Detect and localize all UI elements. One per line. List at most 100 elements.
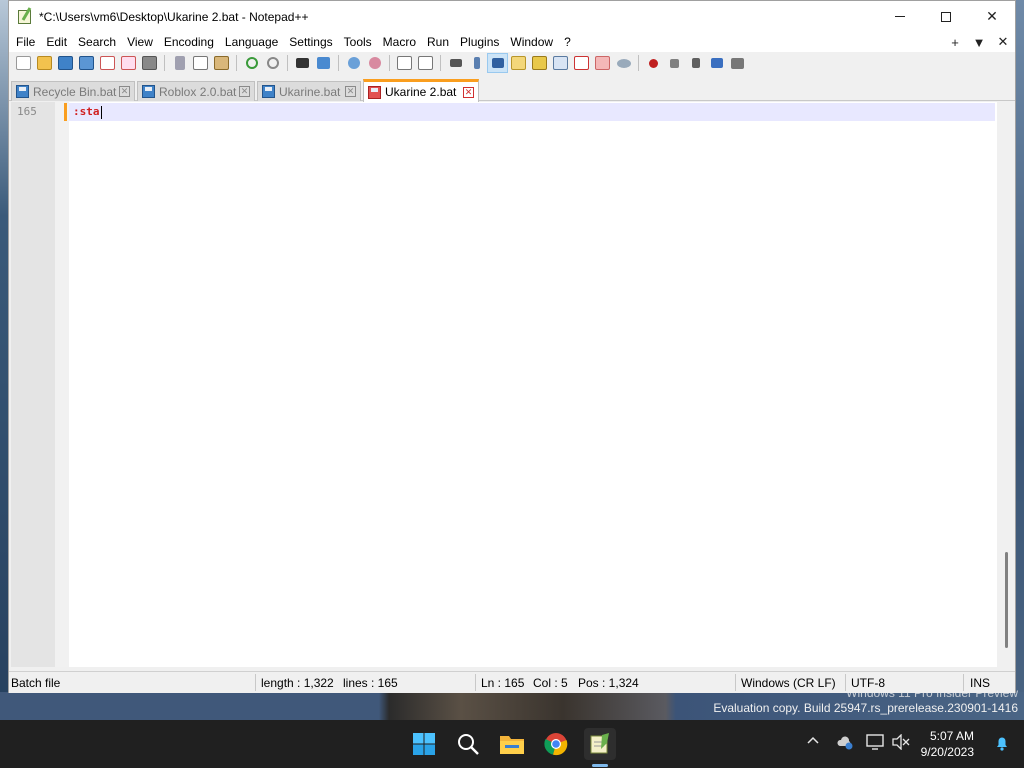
undo-button[interactable] <box>241 53 262 73</box>
menu-view[interactable]: View <box>122 35 158 49</box>
new-file-button[interactable] <box>13 53 34 73</box>
find-button[interactable] <box>292 53 313 73</box>
run-macro-multiple-button[interactable] <box>706 53 727 73</box>
vertical-scrollbar[interactable] <box>999 102 1015 667</box>
tab-roblox[interactable]: Roblox 2.0.bat ✕ <box>137 81 255 101</box>
search-button[interactable] <box>452 728 484 760</box>
file-explorer-button[interactable] <box>496 728 528 760</box>
save-all-button[interactable] <box>76 53 97 73</box>
close-document-icon[interactable]: ✕ <box>991 34 1015 50</box>
code-line[interactable]: :sta <box>73 105 102 119</box>
start-button[interactable] <box>408 728 440 760</box>
copy-button[interactable] <box>190 53 211 73</box>
volume-button[interactable] <box>892 733 910 753</box>
onedrive-button[interactable] <box>836 734 854 753</box>
active-app-indicator <box>592 764 608 767</box>
save-all-icon <box>79 56 94 70</box>
user-defined-language-button[interactable] <box>508 53 529 73</box>
playback-macro-button[interactable] <box>685 53 706 73</box>
monitoring-button[interactable] <box>613 53 634 73</box>
network-button[interactable] <box>866 734 884 753</box>
menu-tools[interactable]: Tools <box>339 35 377 49</box>
tab-close-icon[interactable]: ✕ <box>119 86 130 97</box>
chrome-icon <box>544 733 568 756</box>
save-button[interactable] <box>55 53 76 73</box>
status-insert-mode[interactable]: INS <box>970 676 990 690</box>
close-file-button[interactable] <box>97 53 118 73</box>
zoom-in-icon <box>347 57 360 69</box>
paste-button[interactable] <box>211 53 232 73</box>
clock-date: 9/20/2023 <box>920 745 974 759</box>
tab-close-icon[interactable]: ✕ <box>345 86 356 97</box>
menu-encoding[interactable]: Encoding <box>159 35 219 49</box>
tab-close-icon[interactable]: ✕ <box>463 86 474 98</box>
binoculars-icon <box>296 58 309 68</box>
status-eol[interactable]: Windows (CR LF) <box>741 676 836 690</box>
fold-margin[interactable] <box>55 102 69 667</box>
menu-file[interactable]: File <box>11 35 40 49</box>
tab-recycle-bin[interactable]: Recycle Bin.bat ✕ <box>11 81 135 101</box>
cut-button[interactable] <box>169 53 190 73</box>
notepad-plus-plus-icon <box>590 733 609 754</box>
menu-window[interactable]: Window <box>505 35 558 49</box>
status-encoding[interactable]: UTF-8 <box>851 676 885 690</box>
menu-plugins[interactable]: Plugins <box>455 35 504 49</box>
new-file-icon <box>16 56 31 70</box>
show-all-characters-button[interactable] <box>466 53 487 73</box>
title-bar[interactable]: *C:\Users\vm6\Desktop\Ukarine 2.bat - No… <box>9 1 1015 32</box>
menu-help[interactable]: ? <box>559 35 576 49</box>
system-clock[interactable]: 5:07 AM 9/20/2023 <box>921 728 974 760</box>
editor-area[interactable]: 165 :sta <box>11 102 997 667</box>
udl-icon <box>511 56 526 70</box>
menu-search[interactable]: Search <box>73 35 121 49</box>
function-list-button[interactable] <box>571 53 592 73</box>
tab-ukarine-2[interactable]: Ukarine 2.bat ✕ <box>363 79 479 102</box>
menu-language[interactable]: Language <box>220 35 283 49</box>
menu-settings[interactable]: Settings <box>284 35 337 49</box>
tab-ukarine[interactable]: Ukarine.bat ✕ <box>257 81 361 101</box>
zoom-in-button[interactable] <box>343 53 364 73</box>
save-macro-button[interactable] <box>727 53 748 73</box>
record-macro-button[interactable] <box>643 53 664 73</box>
document-map-button[interactable] <box>529 53 550 73</box>
tab-close-icon[interactable]: ✕ <box>239 86 250 97</box>
code-text: :sta <box>73 105 100 118</box>
zoom-out-button[interactable] <box>364 53 385 73</box>
document-list-button[interactable] <box>550 53 571 73</box>
chrome-button[interactable] <box>540 728 572 760</box>
zoom-out-icon <box>368 57 381 69</box>
scrollbar-thumb[interactable] <box>1005 552 1008 648</box>
close-all-button[interactable] <box>118 53 139 73</box>
play-icon <box>691 58 700 68</box>
close-button[interactable]: ✕ <box>969 1 1015 32</box>
open-file-button[interactable] <box>34 53 55 73</box>
replace-button[interactable] <box>313 53 334 73</box>
menu-macro[interactable]: Macro <box>378 35 421 49</box>
document-map-icon <box>532 56 547 70</box>
menu-run[interactable]: Run <box>422 35 454 49</box>
indent-guide-button[interactable] <box>487 53 508 73</box>
tab-list-icon[interactable]: ▼ <box>967 35 991 50</box>
minimize-icon <box>895 16 905 17</box>
notepad-plus-plus-icon[interactable] <box>17 6 33 25</box>
notepad-plus-plus-taskbar-button[interactable] <box>584 728 616 760</box>
add-tab-icon[interactable]: + <box>943 35 967 50</box>
show-hidden-icons-button[interactable] <box>806 734 820 751</box>
watermark-line-2: Evaluation copy. Build 25947.rs_prerelea… <box>713 701 1018 715</box>
menu-bar: File Edit Search View Encoding Language … <box>9 32 1015 52</box>
minimize-button[interactable] <box>877 1 923 32</box>
menu-edit[interactable]: Edit <box>41 35 72 49</box>
sync-vertical-button[interactable] <box>394 53 415 73</box>
status-position: Pos : 1,324 <box>578 676 639 690</box>
stop-recording-button[interactable] <box>664 53 685 73</box>
sync-horizontal-button[interactable] <box>415 53 436 73</box>
folder-as-workspace-button[interactable] <box>592 53 613 73</box>
notification-button[interactable] <box>994 735 1010 751</box>
redo-button[interactable] <box>262 53 283 73</box>
word-wrap-button[interactable] <box>445 53 466 73</box>
copy-icon <box>193 56 208 70</box>
pilcrow-icon <box>473 57 480 69</box>
print-button[interactable] <box>139 53 160 73</box>
maximize-button[interactable] <box>923 1 969 32</box>
toolbar <box>9 52 1015 74</box>
